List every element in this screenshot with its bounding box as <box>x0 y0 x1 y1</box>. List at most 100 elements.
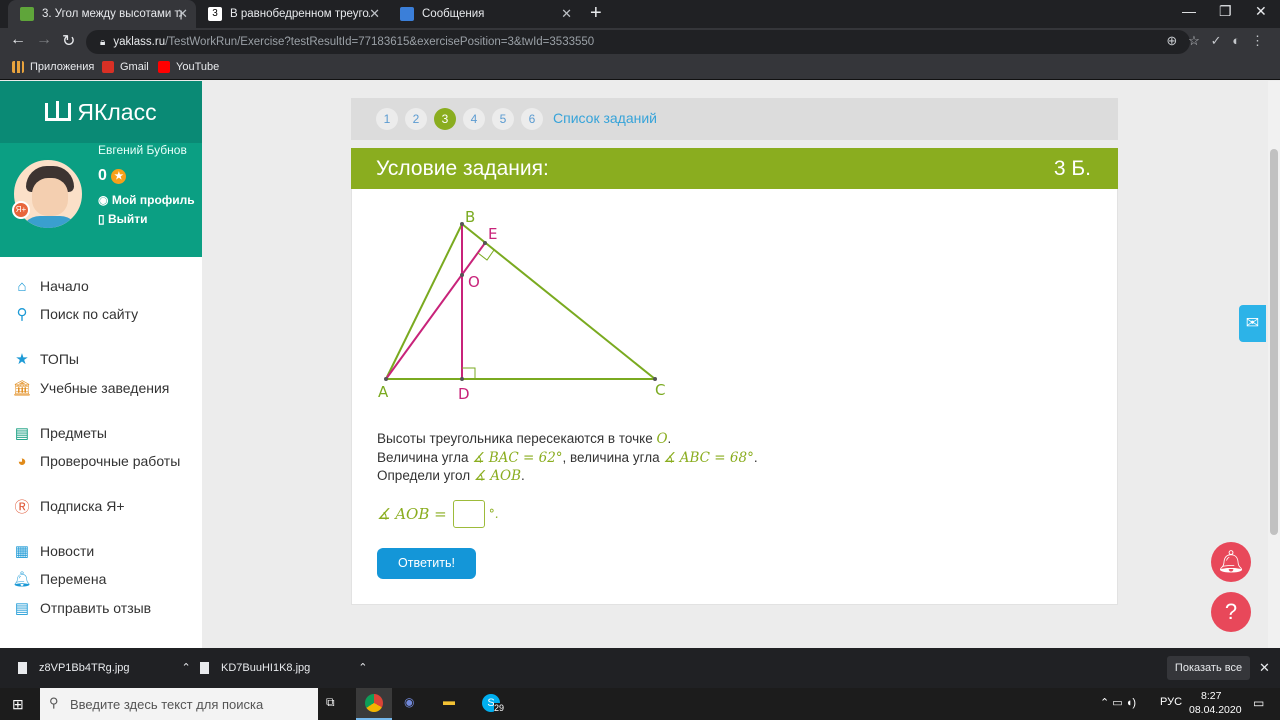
minimize-icon[interactable]: — <box>1182 3 1196 19</box>
avatar[interactable] <box>12 158 84 230</box>
search-icon: ⚲ <box>16 306 28 323</box>
chevron-up-icon[interactable]: ⌃ <box>182 661 191 674</box>
tab-second[interactable]: 3 В равнобедренном треугольни ✕ <box>196 0 388 28</box>
tab-third[interactable]: Сообщения ✕ <box>388 0 580 28</box>
menu-label: Перемена <box>40 571 107 587</box>
answer-row: ∡ AOB = °. <box>377 500 499 528</box>
help-icon[interactable]: ? <box>1211 592 1251 632</box>
bookmark-youtube[interactable]: YouTube <box>158 61 219 73</box>
reload-icon[interactable]: ↻ <box>62 31 75 51</box>
task-line-2: Величина угла ∡ BAC = 62°, величина угла… <box>377 449 758 466</box>
task-number-4[interactable]: 4 <box>463 108 485 130</box>
file-explorer-icon[interactable]: ▬ <box>443 694 455 708</box>
answer-label: ∡ AOB = <box>377 505 447 523</box>
windows-start-icon[interactable]: ⊞ <box>12 696 24 713</box>
menu-item-search[interactable]: ⚲ Поиск по сайту <box>12 303 139 325</box>
tab-title: В равнобедренном треугольни <box>230 8 370 20</box>
task-view-icon[interactable]: ⧉ <box>326 695 335 710</box>
books-icon: ▤ <box>14 425 30 442</box>
scrollbar-thumb[interactable] <box>1270 149 1278 535</box>
menu-item-subscription[interactable]: Ⓡ Подписка Я+ <box>12 495 125 517</box>
right-angle-e <box>477 249 495 261</box>
gmail-icon <box>102 61 114 73</box>
page-scrollbar[interactable] <box>1268 81 1280 648</box>
clock-time[interactable]: 8:27 <box>1201 690 1221 702</box>
close-tab-icon[interactable]: ✕ <box>561 6 572 22</box>
back-icon[interactable]: ← <box>10 31 26 49</box>
tray-icons[interactable]: ⌃ ▭ ◖) <box>1100 696 1136 709</box>
browser-tab-bar: 3. Угол между высотами треуго ✕ 3 В равн… <box>0 0 1280 28</box>
bookmark-label: Приложения <box>30 61 95 73</box>
forward-icon[interactable]: → <box>36 31 52 49</box>
task-number-3[interactable]: 3 <box>434 108 456 130</box>
download-name: KD7BuuHI1K8.jpg <box>221 661 311 674</box>
text: Высоты треугольника пересекаются в точке <box>377 431 653 446</box>
menu-label: Учебные заведения <box>40 380 170 396</box>
show-all-downloads-button[interactable]: Показать все <box>1167 656 1250 680</box>
user-panel: Я+ Евгений Бубнов 0 ★ ◉ Мой профиль ▯ Вы… <box>0 143 202 257</box>
tab-title: Сообщения <box>422 8 485 20</box>
menu-item-tops[interactable]: ★ ТОПы <box>12 348 79 370</box>
chrome-taskbar-icon[interactable] <box>356 688 392 720</box>
close-shelf-icon[interactable]: ✕ <box>1259 660 1270 676</box>
bookmark-gmail[interactable]: Gmail <box>102 61 149 73</box>
text: Величина угла <box>377 449 469 465</box>
url-path: /TestWorkRun/Exercise?testResultId=77183… <box>165 36 595 48</box>
menu-item-break[interactable]: 🔔︎ Перемена <box>12 568 106 590</box>
side-ab <box>385 223 463 380</box>
label-c: C <box>655 381 665 399</box>
maximize-icon[interactable]: ❐ <box>1219 3 1232 20</box>
close-tab-icon[interactable]: ✕ <box>369 6 380 22</box>
menu-item-schools[interactable]: 🏛︎ Учебные заведения <box>12 377 169 399</box>
menu-label: Подписка Я+ <box>40 498 125 514</box>
discord-icon[interactable]: ◉ <box>404 695 414 709</box>
answer-unit: °. <box>488 507 499 521</box>
menu-item-tests[interactable]: ◕ Проверочные работы <box>12 450 180 472</box>
new-tab-icon[interactable]: + <box>590 2 602 25</box>
menu-item-feedback[interactable]: ▤ Отправить отзыв <box>12 597 151 619</box>
task-number-5[interactable]: 5 <box>492 108 514 130</box>
label-d: D <box>458 385 470 403</box>
task-number-6[interactable]: 6 <box>521 108 543 130</box>
answer-input[interactable] <box>452 500 485 528</box>
close-tab-icon[interactable]: ✕ <box>177 6 188 22</box>
language-indicator[interactable]: РУС <box>1160 696 1182 708</box>
math-o: O <box>656 431 668 447</box>
download-item[interactable]: z8VP1Bb4TRg.jpg ⌃ <box>18 661 191 674</box>
task-points: 3 Б. <box>1053 157 1091 180</box>
chevron-up-icon[interactable]: ⌃ <box>358 661 367 674</box>
feedback-icon: ▤ <box>14 600 30 617</box>
close-window-icon[interactable]: ✕ <box>1255 3 1267 20</box>
mail-icon[interactable]: ✉ <box>1239 305 1266 342</box>
url-input[interactable]: 🔒︎ yaklass.ru/TestWorkRun/Exercise?testR… <box>86 30 1190 54</box>
text: Определи угол <box>377 468 471 483</box>
extension-icons[interactable]: ⊕ ☆ ✓ ◐ ⋮ <box>1166 33 1264 49</box>
altitude-ae <box>385 242 486 380</box>
task-list-link[interactable]: Список заданий <box>553 110 657 126</box>
altitudes <box>385 224 495 380</box>
tab-current[interactable]: 3. Угол между высотами треуго ✕ <box>8 0 196 28</box>
notifications-icon[interactable]: ▭ <box>1253 696 1264 710</box>
test-icon: ◕ <box>17 452 27 470</box>
task-number-2[interactable]: 2 <box>405 108 427 130</box>
menu-item-home[interactable]: ⌂ Начало <box>12 275 88 297</box>
menu-item-subjects[interactable]: ▤ Предметы <box>12 422 107 444</box>
notification-bell-icon[interactable]: 🔔︎ <box>1211 542 1251 582</box>
download-item[interactable]: KD7BuuHI1K8.jpg ⌃ <box>200 661 368 674</box>
task-navigation: 1 2 3 4 5 6 Список заданий <box>351 98 1118 140</box>
site-logo[interactable]: ЯКласс <box>0 81 202 143</box>
profile-link[interactable]: ◉ Мой профиль <box>98 193 195 207</box>
submit-button[interactable]: Ответить! <box>377 548 476 579</box>
bookmark-apps[interactable]: Приложения <box>12 61 94 73</box>
logout-link-label: Выйти <box>107 212 148 226</box>
messages-favicon-icon <box>400 7 414 21</box>
user-name[interactable]: Евгений Бубнов <box>98 143 187 157</box>
clock-date[interactable]: 08.04.2020 <box>1189 704 1242 716</box>
task-number-1[interactable]: 1 <box>376 108 398 130</box>
book-logo-icon <box>45 101 72 121</box>
logout-link[interactable]: ▯ Выйти <box>98 212 148 226</box>
taskbar-search-input[interactable]: ⚲ Введите здесь текст для поиска <box>40 688 318 720</box>
menu-item-news[interactable]: ▦ Новости <box>12 540 94 562</box>
score: 0 ★ <box>98 167 127 185</box>
yaklass-favicon-icon <box>20 7 34 21</box>
